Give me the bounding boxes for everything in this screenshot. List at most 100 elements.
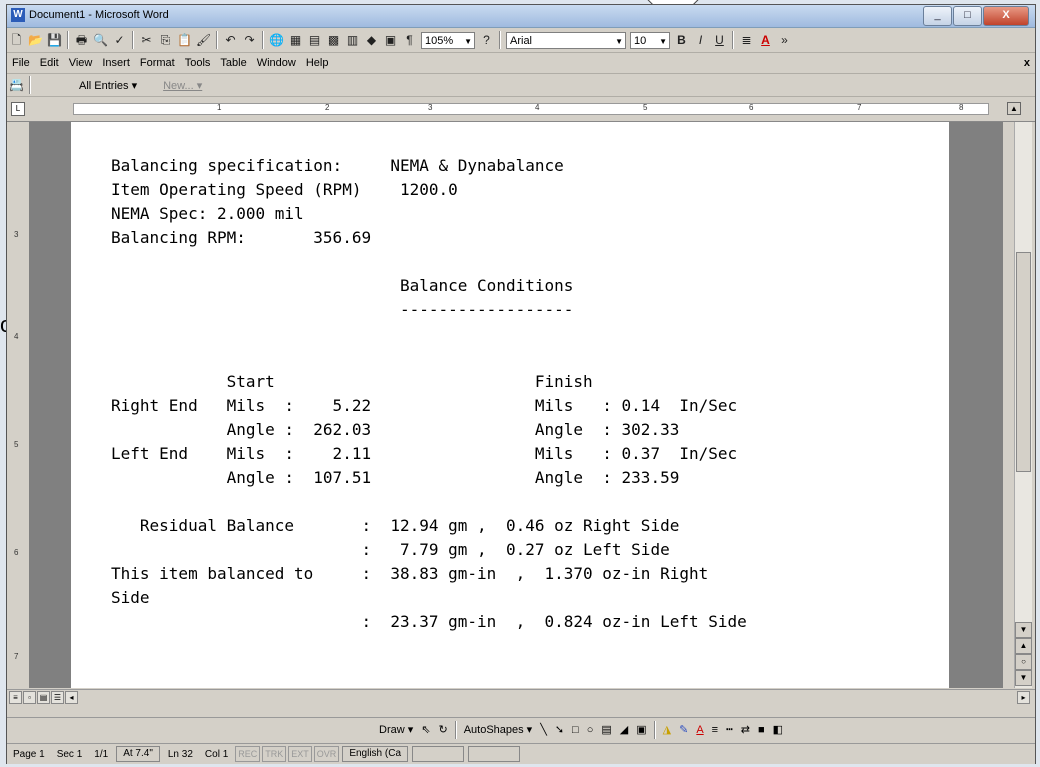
dash-style-icon[interactable]: ┅ xyxy=(722,723,737,736)
tab-selector-icon[interactable]: L xyxy=(11,102,25,116)
line-color-icon[interactable]: ✎ xyxy=(675,723,692,736)
maximize-button[interactable]: □ xyxy=(953,6,982,26)
scroll-thumb[interactable] xyxy=(1016,252,1031,472)
hyperlink-icon[interactable]: 🌐 xyxy=(268,32,285,49)
vruler-mark: 7 xyxy=(14,652,19,661)
menu-view[interactable]: View xyxy=(64,57,98,69)
print-view-icon[interactable]: ▤ xyxy=(37,691,50,704)
doc-line: : 7.79 gm , 0.27 oz Left Side xyxy=(111,540,670,559)
shadow-icon[interactable]: ■ xyxy=(754,724,769,736)
draw-menu[interactable]: Draw ▾ xyxy=(375,723,417,736)
menu-insert[interactable]: Insert xyxy=(97,57,135,69)
menu-tools[interactable]: Tools xyxy=(180,57,216,69)
save-icon[interactable]: 💾 xyxy=(46,32,63,49)
insert-table-icon[interactable]: ▤ xyxy=(306,32,323,49)
horizontal-scrollbar[interactable]: ≡ ▫ ▤ ☰ ◂ ▸ xyxy=(7,689,1035,706)
cut-icon[interactable]: ✂ xyxy=(138,32,155,49)
status-column: Col 1 xyxy=(204,748,229,760)
free-rotate-icon[interactable]: ↻ xyxy=(434,723,451,736)
scroll-left-icon[interactable]: ◂ xyxy=(65,691,78,704)
scroll-down-icon[interactable]: ▼ xyxy=(1015,622,1032,638)
text-box-icon[interactable]: ▤ xyxy=(597,723,615,736)
next-page-icon[interactable]: ▼ xyxy=(1015,670,1032,686)
format-painter-icon[interactable]: 🖌 xyxy=(195,32,212,49)
columns-icon[interactable]: ▥ xyxy=(344,32,361,49)
zoom-value: 105% xyxy=(425,34,454,47)
tables-borders-icon[interactable]: ▦ xyxy=(287,32,304,49)
undo-icon[interactable]: ↶ xyxy=(222,32,239,49)
italic-button[interactable]: I xyxy=(692,32,709,49)
document-map-icon[interactable]: ▣ xyxy=(382,32,399,49)
ruler-mark: 4 xyxy=(535,103,540,112)
standard-toolbar: 🗋 📂 💾 🖶 🔍 ✓ ✂ ⎘ 📋 🖌 ↶ ↷ 🌐 ▦ ▤ ▩ ▥ ◆ ▣ ¶ … xyxy=(7,28,1035,53)
select-objects-icon[interactable]: ⇖ xyxy=(417,723,434,736)
status-trk[interactable]: TRK xyxy=(262,746,287,762)
3d-icon[interactable]: ◧ xyxy=(769,723,787,736)
status-ext[interactable]: EXT xyxy=(288,746,312,762)
all-entries-button[interactable]: All Entries ▾ xyxy=(74,79,142,92)
clip-art-icon[interactable]: ▣ xyxy=(632,723,650,736)
line-style-icon[interactable]: ≡ xyxy=(708,724,722,736)
horizontal-ruler[interactable]: L 1 2 3 4 5 6 7 8 ▲ xyxy=(7,97,1035,122)
normal-view-icon[interactable]: ≡ xyxy=(9,691,22,704)
copy-icon[interactable]: ⎘ xyxy=(157,32,174,49)
minimize-button[interactable]: _ xyxy=(923,6,952,26)
menu-file[interactable]: File xyxy=(7,57,35,69)
status-empty-box xyxy=(412,746,465,762)
drawing-icon[interactable]: ◆ xyxy=(363,32,380,49)
menu-help[interactable]: Help xyxy=(301,57,334,69)
ruler-mark: 8 xyxy=(959,103,964,112)
print-icon[interactable]: 🖶 xyxy=(73,32,90,49)
scroll-right-icon[interactable]: ▸ xyxy=(1017,691,1030,704)
menu-format[interactable]: Format xyxy=(135,57,180,69)
select-browse-object-icon[interactable]: ○ xyxy=(1015,654,1032,670)
status-rec[interactable]: REC xyxy=(235,746,261,762)
fill-color-icon[interactable]: ◮ xyxy=(659,723,675,736)
autotext-icon[interactable]: 📇 xyxy=(8,77,25,94)
autoshapes-menu[interactable]: AutoShapes ▾ xyxy=(460,723,537,736)
insert-excel-icon[interactable]: ▩ xyxy=(325,32,342,49)
bold-button[interactable]: B xyxy=(673,32,690,49)
arrow-icon[interactable]: ➘ xyxy=(551,723,568,736)
vertical-scrollbar[interactable]: ▼ ▲ ○ ▼ xyxy=(1014,122,1032,688)
wordart-icon[interactable]: ◢ xyxy=(616,723,632,736)
new-document-icon[interactable]: 🗋 xyxy=(8,32,25,49)
help-icon[interactable]: ? xyxy=(478,32,495,49)
doc-line: Angle : 262.03 Angle : 302.33 xyxy=(111,420,680,439)
scroll-up-icon[interactable]: ▲ xyxy=(1007,102,1021,115)
print-preview-icon[interactable]: 🔍 xyxy=(92,32,109,49)
title-bar[interactable]: W Document1 - Microsoft Word _ □ X xyxy=(7,5,1035,28)
web-view-icon[interactable]: ▫ xyxy=(23,691,36,704)
document-page[interactable]: Balancing specification: NEMA & Dynabala… xyxy=(71,122,949,688)
open-folder-icon[interactable]: 📂 xyxy=(27,32,44,49)
menu-table[interactable]: Table xyxy=(215,57,251,69)
font-color-icon[interactable]: A xyxy=(757,32,774,49)
paste-icon[interactable]: 📋 xyxy=(176,32,193,49)
previous-page-icon[interactable]: ▲ xyxy=(1015,638,1032,654)
zoom-combo[interactable]: 105% ▼ xyxy=(421,31,475,49)
toolbar-options-icon[interactable]: » xyxy=(776,32,793,49)
rectangle-icon[interactable]: □ xyxy=(568,724,583,736)
outline-view-icon[interactable]: ☰ xyxy=(51,691,64,704)
status-line: Ln 32 xyxy=(167,748,193,760)
close-button[interactable]: X xyxy=(983,6,1029,26)
font-size-combo[interactable]: 10 ▼ xyxy=(630,31,670,49)
align-icon[interactable]: ≣ xyxy=(738,32,755,49)
font-color-icon[interactable]: A xyxy=(692,724,707,736)
arrow-style-icon[interactable]: ⇄ xyxy=(737,723,754,736)
status-ovr[interactable]: OVR xyxy=(313,746,340,762)
ruler-mark: 2 xyxy=(325,103,330,112)
underline-button[interactable]: U xyxy=(711,32,728,49)
font-combo[interactable]: Arial ▼ xyxy=(506,31,626,49)
line-icon[interactable]: ╲ xyxy=(536,723,551,736)
menu-edit[interactable]: Edit xyxy=(35,57,64,69)
menu-window[interactable]: Window xyxy=(252,57,301,69)
document-area: Balancing specification: NEMA & Dynabala… xyxy=(29,122,1003,688)
doc-line: Angle : 107.51 Angle : 233.59 xyxy=(111,468,680,487)
spelling-icon[interactable]: ✓ xyxy=(111,32,128,49)
new-autotext-button[interactable]: New... ▾ xyxy=(158,79,207,92)
redo-icon[interactable]: ↷ xyxy=(241,32,258,49)
oval-icon[interactable]: ○ xyxy=(583,724,598,736)
document-close-button[interactable]: x xyxy=(1019,57,1035,69)
show-hide-icon[interactable]: ¶ xyxy=(401,32,418,49)
